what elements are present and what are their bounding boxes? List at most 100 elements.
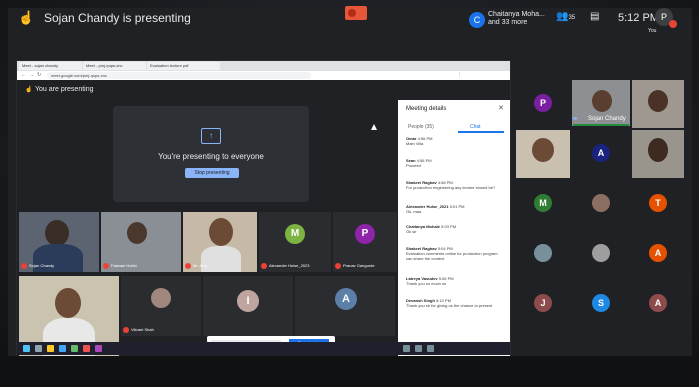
participant-tile[interactable]: Faizaan Hubbi xyxy=(101,212,181,272)
participant-avatar: S xyxy=(592,294,610,312)
presenting-message: You're presenting to everyone xyxy=(158,152,264,161)
clock-time: 5:12 PM xyxy=(618,12,659,24)
chat-message: Devansh Singh 5:10 PM Thank you sir for g… xyxy=(406,298,504,308)
participant-tile[interactable]: A xyxy=(572,130,630,178)
chat-text: For production engineering any lecture s… xyxy=(406,185,496,190)
participant-tile[interactable]: Vikrant Shah xyxy=(121,276,201,336)
chat-message: Shakeel Raghav 5:04 PM Evaluation comment… xyxy=(406,246,504,261)
close-icon[interactable]: ✕ xyxy=(498,104,504,112)
tray-icon[interactable] xyxy=(403,345,410,352)
participant-tile[interactable]: A xyxy=(632,280,684,328)
recording-badge xyxy=(345,6,367,20)
meet-preview: ☝ You are presenting ↑ You're presenting… xyxy=(17,80,510,361)
panel-title: Meeting details xyxy=(406,106,447,112)
back-icon[interactable]: ← xyxy=(21,72,26,78)
participant-tile[interactable]: Mr. Aruj xyxy=(183,212,257,272)
app-icon[interactable] xyxy=(83,345,90,352)
participant-tile[interactable]: Sojan Chandy xyxy=(19,212,99,272)
participant-video xyxy=(648,138,668,162)
participant-tile[interactable]: M xyxy=(516,180,570,228)
address-bar[interactable]: meet.google.com/pmj-rpqw-xnc xyxy=(47,72,311,79)
participant-photo xyxy=(592,244,610,262)
participant-video xyxy=(55,288,81,318)
active-speaker-bar xyxy=(573,124,629,126)
chat-time: 5:03 PM xyxy=(441,224,457,229)
app-icon[interactable] xyxy=(95,345,102,352)
participant-video xyxy=(127,222,147,244)
participant-video xyxy=(45,220,69,246)
participant-avatar: A xyxy=(592,144,610,162)
participant-tile[interactable]: T xyxy=(632,180,684,228)
you-presenting-label: You are presenting xyxy=(35,86,94,93)
participant-tile[interactable]: A xyxy=(295,276,395,336)
mic-muted-icon xyxy=(185,263,191,269)
chat-message: Chaitanya Mohale 5:03 PM Ok sir xyxy=(406,224,504,234)
participant-video xyxy=(648,90,668,112)
speaking-indicator-icon: ◂▸ xyxy=(572,116,579,122)
participant-name: Faizaan Hubbi xyxy=(111,263,137,268)
extensions-icon[interactable]: ⋮ xyxy=(457,72,462,78)
chat-text: Evaluation comments online for productio… xyxy=(406,251,498,261)
participant-name: Alexander Hulse_2023 xyxy=(269,263,310,268)
chat-text: Ok sir xyxy=(406,229,417,234)
participant-tile[interactable] xyxy=(572,230,630,278)
search-icon[interactable] xyxy=(35,345,42,352)
participant-photo xyxy=(534,244,552,262)
participant-tile[interactable] xyxy=(632,130,684,178)
browser-tab[interactable]: Meet - pmj-rpqw-xnc xyxy=(83,62,146,70)
self-avatar[interactable]: P xyxy=(655,8,677,28)
monitor-bezel xyxy=(0,356,699,387)
mouse-cursor xyxy=(371,124,377,130)
participant-tile[interactable] xyxy=(632,80,684,128)
participant-tile[interactable] xyxy=(516,230,570,278)
presenter-hand-icon: ☝ xyxy=(18,10,35,25)
people-icon: 👥 xyxy=(556,11,569,22)
people-button[interactable]: 👥35 xyxy=(556,11,575,22)
mic-muted-icon xyxy=(335,263,341,269)
chat-text: Thank you sir for giving us the chance t… xyxy=(406,303,493,308)
participant-tile[interactable]: M Alexander Hulse_2023 xyxy=(259,212,331,272)
participant-name: Sojan Chandy xyxy=(29,263,55,268)
participant-avatar xyxy=(151,288,171,308)
chrome-icon[interactable] xyxy=(71,345,78,352)
self-label: You xyxy=(648,28,657,34)
stop-presenting-button[interactable]: Stop presenting xyxy=(185,168,239,178)
tray-icon[interactable] xyxy=(415,345,422,352)
browser-tab[interactable]: Evaluation lecture pdf xyxy=(147,62,220,70)
participant-name: Mr. Aruj xyxy=(193,263,207,268)
participant-body xyxy=(201,246,241,272)
participant-avatar: A xyxy=(649,294,667,312)
participant-photo xyxy=(592,194,610,212)
presenting-title: Sojan Chandy is presenting xyxy=(44,11,191,25)
tray-icon[interactable] xyxy=(427,345,434,352)
participant-tile[interactable]: S xyxy=(572,280,630,328)
participant-video xyxy=(592,90,612,112)
start-icon[interactable] xyxy=(23,345,30,352)
mic-muted-icon xyxy=(261,263,267,269)
participant-avatar: C xyxy=(469,12,485,28)
chat-message: Alexander Hulse_2021 5:01 PM Ok, maa xyxy=(406,204,504,214)
forward-icon[interactable]: → xyxy=(29,72,34,78)
tab-chat[interactable]: Chat xyxy=(470,124,481,130)
reload-icon[interactable]: ↻ xyxy=(37,72,41,78)
participant-tile[interactable]: P xyxy=(516,80,570,128)
participant-tile[interactable]: J xyxy=(516,280,570,328)
participant-avatar: M xyxy=(534,194,552,212)
tab-people[interactable]: People (35) xyxy=(408,124,434,130)
participant-tile[interactable]: P Pranav Gangurde xyxy=(333,212,397,272)
participant-avatar: A xyxy=(335,288,357,310)
participant-avatar: J xyxy=(534,294,552,312)
participant-tile[interactable] xyxy=(516,130,570,178)
folder-icon[interactable] xyxy=(47,345,54,352)
participant-tile[interactable] xyxy=(572,180,630,228)
chat-icon[interactable]: ▤ xyxy=(590,11,599,22)
presenting-card: ↑ You're presenting to everyone Stop pre… xyxy=(113,106,309,202)
chat-time: 5:01 PM xyxy=(449,204,465,209)
present-screen-icon: ↑ xyxy=(201,128,221,144)
edge-icon[interactable] xyxy=(59,345,66,352)
participant-tile[interactable]: A xyxy=(632,230,684,278)
mic-muted-icon xyxy=(103,263,109,269)
participant-avatar: I xyxy=(237,290,259,312)
participant-tile[interactable]: I xyxy=(203,276,293,336)
browser-tab[interactable]: Meet - sojan chandy xyxy=(19,62,82,70)
